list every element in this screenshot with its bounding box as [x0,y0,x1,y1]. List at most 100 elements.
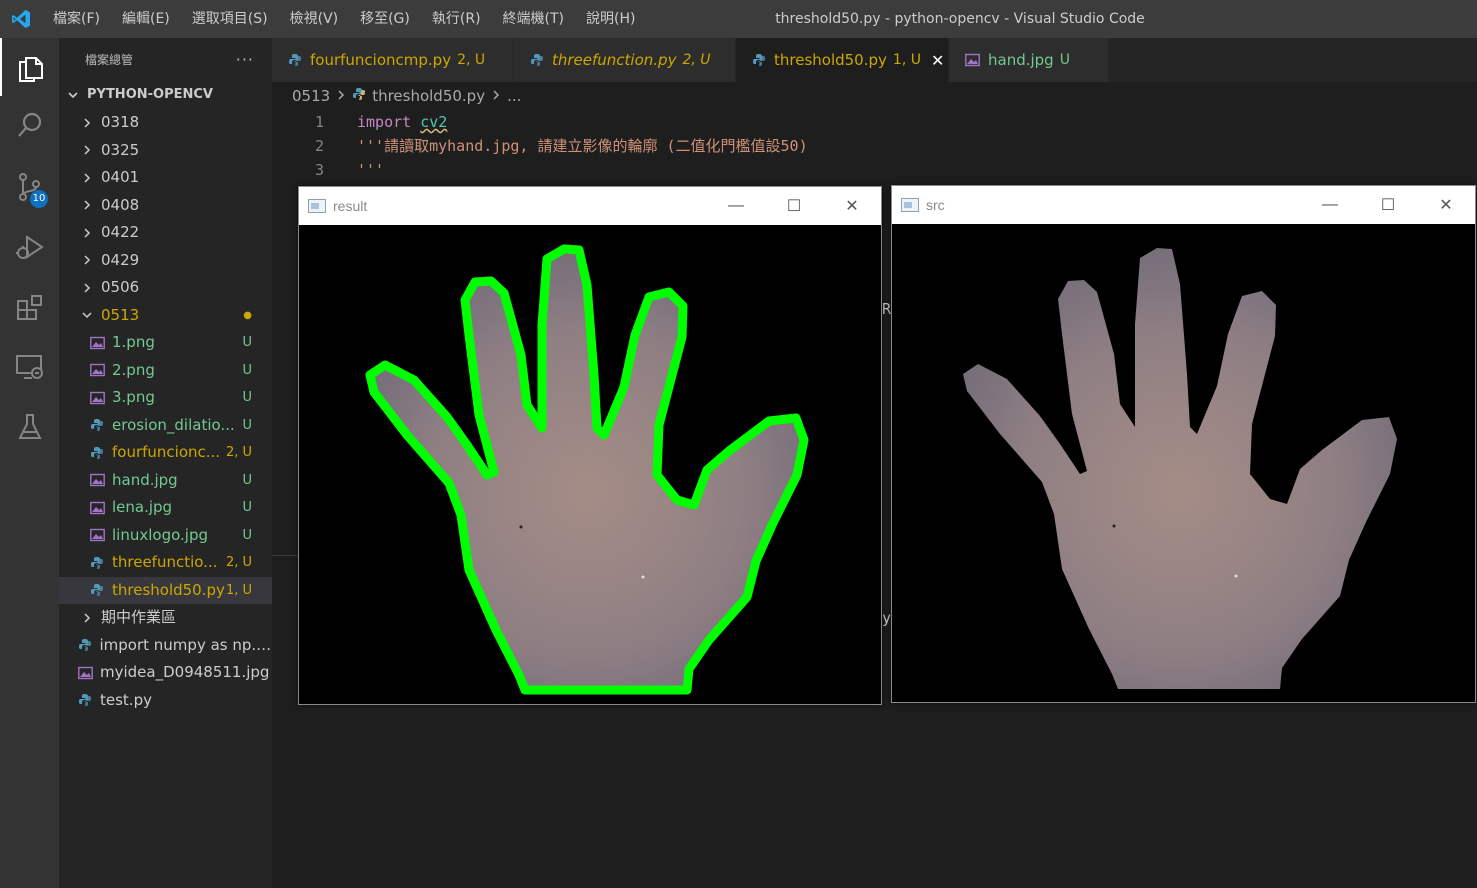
keyword-import: import [357,113,412,131]
window-app-icon [308,199,326,213]
menu-view[interactable]: 檢視(V) [279,0,350,38]
python-file-icon [89,445,105,461]
line-number: 2 [314,137,324,155]
testing-icon[interactable] [0,398,59,456]
menu-selection[interactable]: 選取項目(S) [181,0,279,38]
menu-run[interactable]: 執行(R) [421,0,492,38]
editor-tab[interactable]: hand.jpg U [949,38,1109,82]
tree-item-label: 0318 [101,113,140,131]
title-bar: 檔案(F) 編輯(E) 選取項目(S) 檢視(V) 移至(G) 執行(R) 終端… [0,0,1477,38]
git-status: 2, U [225,445,252,460]
python-file-icon [89,555,105,571]
editor-tab[interactable]: threshold50.py 1, U ✕ [736,38,949,82]
tree-file[interactable]: fourfuncionc... 2, U [59,439,272,467]
image-file-icon [89,472,105,488]
chevron-right-icon [79,254,95,266]
tree-item-label: lena.jpg [112,498,173,516]
image-file-icon [89,362,105,378]
tree-file[interactable]: 3.png U [59,384,272,412]
editor-tab[interactable]: threefunction.py 2, U [514,38,736,82]
menu-terminal[interactable]: 終端機(T) [492,0,575,38]
tree-file[interactable]: 2.png U [59,357,272,385]
breadcrumb-more[interactable]: ... [507,82,521,110]
panel-divider [272,555,298,556]
maximize-button[interactable]: ☐ [765,187,823,225]
activity-bar: 10 [0,38,59,888]
breadcrumb-folder[interactable]: 0513 [292,82,330,110]
tree-file[interactable]: myidea_D0948511.jpg [59,659,272,687]
tree-folder[interactable]: 0408 [59,192,272,220]
chevron-right-icon [79,612,95,624]
explorer-panel: 檔案總管 ··· PYTHON-OPENCV 0318 0325 0401 0408 0… [59,38,272,888]
tree-item-label: linuxlogo.jpg [112,525,208,544]
minimize-button[interactable]: — [1301,186,1359,224]
tree-file[interactable]: linuxlogo.jpg U [59,522,272,550]
tree-file[interactable]: import numpy as np.py [59,632,272,660]
tree-folder[interactable]: 0318 [59,109,272,137]
explorer-icon[interactable] [0,38,59,96]
menu-bar: 檔案(F) 編輯(E) 選取項目(S) 檢視(V) 移至(G) 執行(R) 終端… [42,0,646,38]
menu-help[interactable]: 說明(H) [575,0,646,38]
menu-file[interactable]: 檔案(F) [42,0,111,38]
python-file-icon [352,82,366,110]
tab-label: fourfuncioncmp.py [310,51,452,69]
editor-tab[interactable]: fourfuncioncmp.py 2, U [272,38,514,82]
maximize-button[interactable]: ☐ [1359,186,1417,224]
git-status: U [242,527,252,543]
code-fragment: y [882,609,892,627]
code-editor[interactable]: 1 import cv2 2 '''請讀取myhand.jpg, 請建立影像的輪… [272,110,1477,182]
run-debug-icon[interactable] [0,218,59,276]
tree-item-label: fourfuncionc... [112,443,221,461]
tree-folder[interactable]: 期中作業區 [59,604,272,632]
tree-folder[interactable]: 0325 [59,137,272,165]
image-file-icon [89,500,105,516]
menu-go[interactable]: 移至(G) [349,0,421,38]
tree-item-label: test.py [100,690,152,709]
close-button[interactable]: ✕ [823,187,881,225]
search-icon[interactable] [0,96,59,154]
remote-explorer-icon[interactable] [0,338,59,396]
source-control-icon[interactable]: 10 [0,158,59,216]
breadcrumb-file[interactable]: threshold50.py [372,82,485,110]
tab-label: threefunction.py [552,51,677,69]
python-file-icon [77,637,93,653]
image-file-icon [965,53,980,67]
tree-folder[interactable]: 0401 [59,164,272,192]
tree-item-label: 期中作業區 [101,608,177,626]
close-icon[interactable]: ✕ [931,51,944,70]
tree-folder[interactable]: 0513 ● [59,302,272,330]
chevron-right-icon [336,82,346,110]
tree-file[interactable]: lena.jpg U [59,494,272,522]
tree-file[interactable]: erosion_dilatio... U [59,412,272,440]
src-window[interactable]: src — ☐ ✕ [891,185,1476,703]
git-status: U [242,362,252,378]
tree-file[interactable]: threshold50.py 1, U [59,576,272,604]
tree-file[interactable]: threefunctio... 2, U [59,549,272,577]
tree-item-label: 2.png [112,360,155,379]
tree-folder[interactable]: 0422 [59,219,272,247]
tab-label: hand.jpg [988,51,1054,69]
source-control-badge: 10 [30,190,48,208]
menu-edit[interactable]: 編輯(E) [111,0,181,38]
project-root[interactable]: PYTHON-OPENCV [59,82,272,108]
tree-file[interactable]: hand.jpg U [59,467,272,495]
result-titlebar[interactable]: result — ☐ ✕ [299,187,881,225]
result-window[interactable]: result — ☐ ✕ [298,186,882,705]
src-titlebar[interactable]: src — ☐ ✕ [892,186,1475,224]
close-button[interactable]: ✕ [1417,186,1475,224]
tree-folder[interactable]: 0506 [59,274,272,302]
more-actions-icon[interactable]: ··· [236,38,254,82]
project-name: PYTHON-OPENCV [87,87,213,102]
explorer-title: 檔案總管 ··· [59,38,272,82]
explorer-title-label: 檔案總管 [85,53,134,67]
tree-item-label: erosion_dilatio... [112,415,235,434]
tree-folder[interactable]: 0429 [59,247,272,275]
tree-file[interactable]: 1.png U [59,329,272,357]
result-image [299,225,881,704]
docstring-end: ''' [357,161,385,179]
tree-file[interactable]: test.py [59,687,272,715]
editor-tabs: fourfuncioncmp.py 2, U threefunction.py 2, … [272,38,1477,82]
extensions-icon[interactable] [0,278,59,336]
minimize-button[interactable]: — [707,187,765,225]
tab-status: 1, U [892,52,921,68]
